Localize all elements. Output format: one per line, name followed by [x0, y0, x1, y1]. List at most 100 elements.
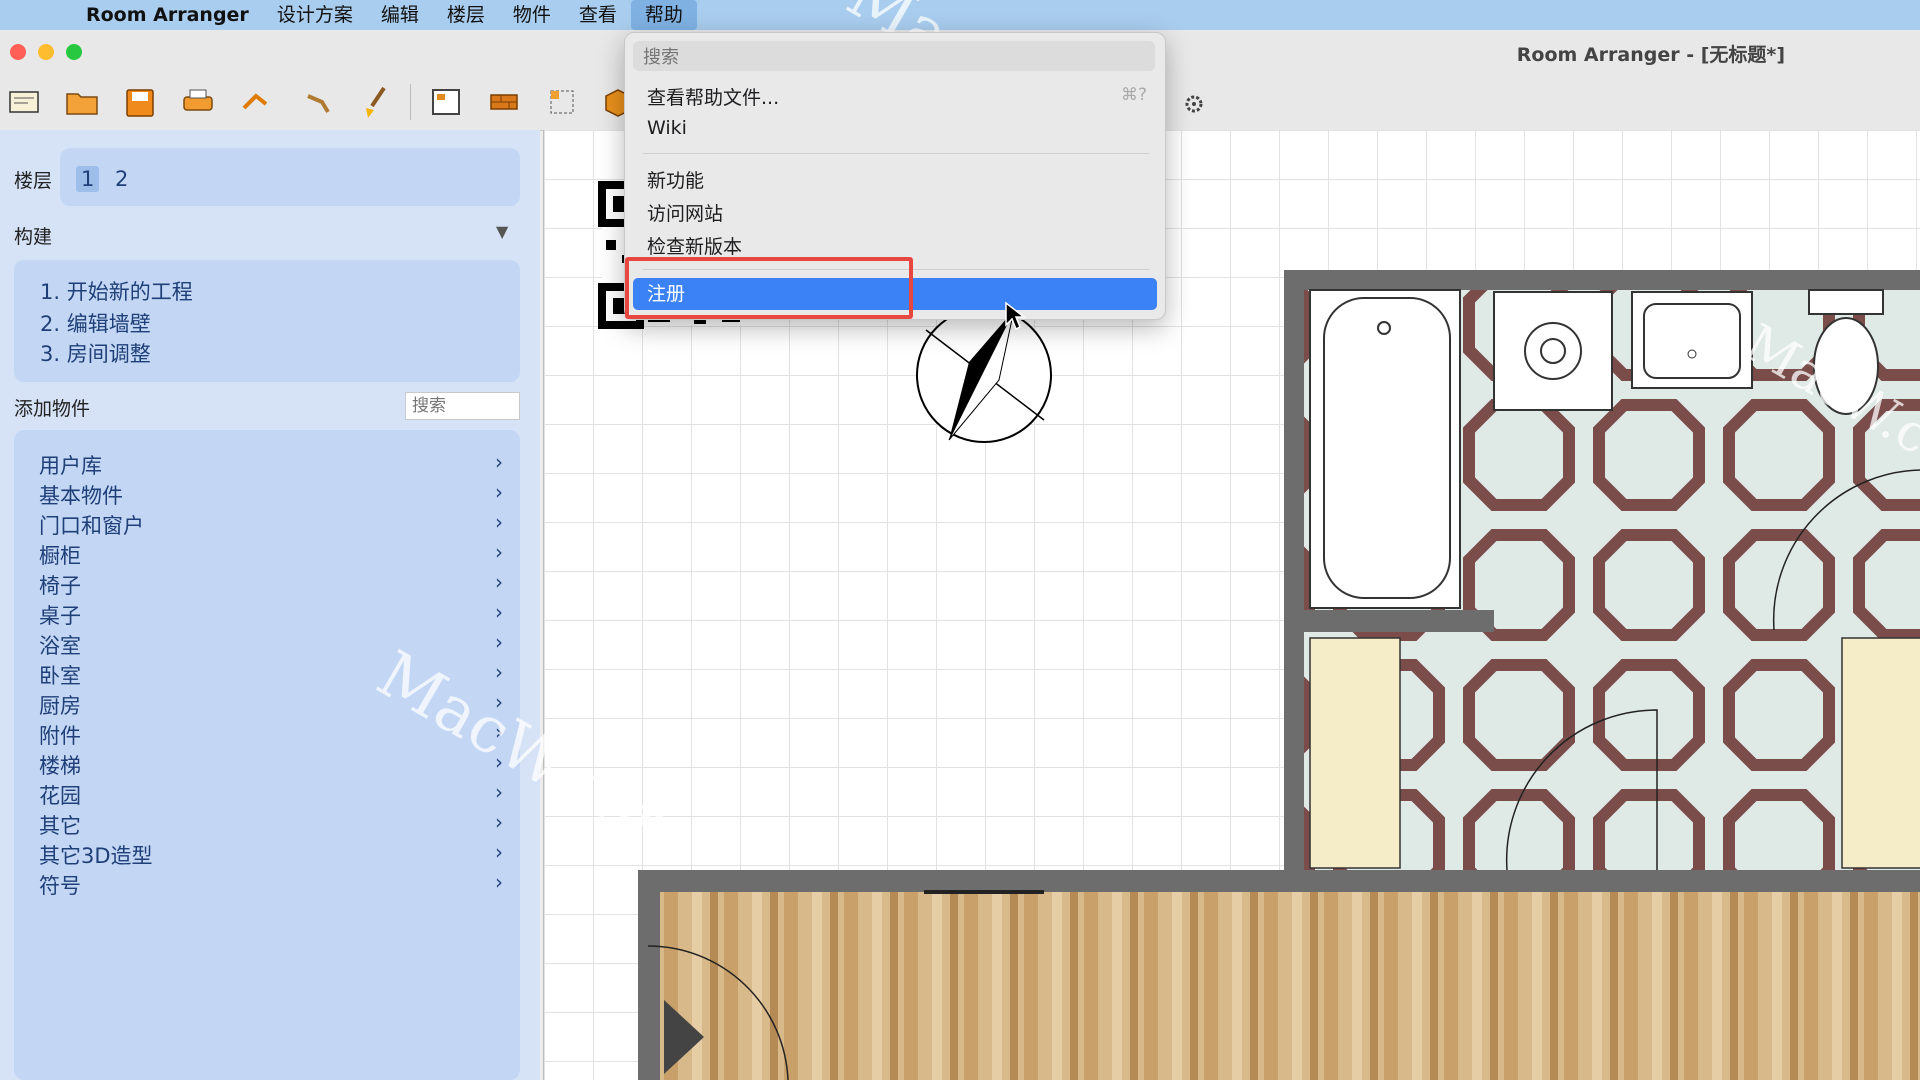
chevron-right-icon: ›	[495, 630, 503, 654]
category-chairs[interactable]: 椅子 ›	[39, 570, 509, 600]
add-objects-label: 添加物件	[14, 398, 91, 420]
bathtub[interactable]	[1309, 289, 1461, 609]
category-label: 门口和窗户	[39, 514, 144, 538]
build-step-adjust-room[interactable]: 3. 房间调整	[40, 338, 151, 368]
category-label: 卧室	[39, 664, 81, 688]
floor-selector: 1 2	[60, 148, 520, 206]
chevron-right-icon: ›	[495, 810, 503, 834]
chevron-right-icon: ›	[495, 510, 503, 534]
category-label: 用户库	[39, 454, 102, 478]
category-label: 楼梯	[39, 754, 81, 778]
sidebar: 楼层 1 2 构建 ▼ 1. 开始新的工程 2. 编辑墙壁 3. 房间调整 添加…	[0, 130, 540, 1080]
brick-wall-icon[interactable]	[484, 82, 524, 122]
category-user-library[interactable]: 用户库 ›	[39, 450, 509, 480]
zoom-window-button[interactable]	[66, 44, 82, 60]
new-file-icon[interactable]	[4, 82, 44, 122]
object-search-input[interactable]	[405, 392, 520, 420]
category-label: 符号	[39, 874, 81, 898]
chevron-right-icon: ›	[495, 540, 503, 564]
mouse-cursor-icon	[1005, 301, 1026, 331]
menu-view[interactable]: 查看	[565, 0, 631, 30]
category-bathroom[interactable]: 浴室 ›	[39, 630, 509, 660]
category-kitchen[interactable]: 厨房 ›	[39, 690, 509, 720]
save-icon[interactable]	[120, 82, 160, 122]
menu-floor[interactable]: 楼层	[433, 0, 499, 30]
category-garden[interactable]: 花园 ›	[39, 780, 509, 810]
build-steps-panel: 1. 开始新的工程 2. 编辑墙壁 3. 房间调整	[14, 260, 520, 382]
chevron-right-icon: ›	[495, 780, 503, 804]
category-label: 基本物件	[39, 484, 123, 508]
floor-tab-1[interactable]: 1	[76, 166, 100, 192]
chevron-right-icon: ›	[495, 750, 503, 774]
menu-help[interactable]: 帮助	[630, 0, 697, 30]
help-search-input[interactable]	[633, 41, 1167, 73]
annotation-highlight-box	[625, 257, 913, 319]
menu-item-visit-site[interactable]: 访问网站	[647, 199, 723, 226]
chevron-right-icon: ›	[495, 450, 503, 474]
category-label: 浴室	[39, 634, 81, 658]
category-accessories[interactable]: 附件 ›	[39, 720, 509, 750]
category-label: 花园	[39, 784, 81, 808]
build-label: 构建	[14, 226, 53, 248]
washing-machine[interactable]	[1493, 291, 1613, 411]
menu-edit[interactable]: 编辑	[367, 0, 433, 30]
menu-item-wiki[interactable]: Wiki	[647, 117, 687, 139]
window-title: Room Arranger - [无标题*]	[1516, 44, 1785, 66]
category-label: 厨房	[39, 694, 81, 718]
floor-tab-2[interactable]: 2	[110, 166, 133, 192]
menu-design[interactable]: 设计方案	[263, 0, 367, 30]
draw-wall-icon[interactable]	[236, 82, 276, 122]
build-step-new-project[interactable]: 1. 开始新的工程	[40, 276, 193, 306]
help-search-field[interactable]	[633, 41, 1167, 73]
category-label: 其它3D造型	[39, 844, 153, 868]
menu-item-check-update[interactable]: 检查新版本	[647, 232, 742, 259]
collapse-triangle-icon[interactable]: ▼	[496, 222, 508, 241]
sink[interactable]	[1631, 291, 1753, 389]
menu-app-name[interactable]: Room Arranger	[72, 0, 263, 30]
living-room[interactable]	[638, 870, 1920, 1080]
category-stairs[interactable]: 楼梯 ›	[39, 750, 509, 780]
category-other-3d[interactable]: 其它3D造型 ›	[39, 840, 509, 870]
category-label: 橱柜	[39, 544, 81, 568]
minimize-window-button[interactable]	[38, 44, 54, 60]
category-other[interactable]: 其它 ›	[39, 810, 509, 840]
menu-separator	[643, 153, 1149, 154]
chevron-right-icon: ›	[495, 870, 503, 894]
help-shortcut: ⌘?	[1120, 85, 1147, 105]
category-basic-objects[interactable]: 基本物件 ›	[39, 480, 509, 510]
close-window-button[interactable]	[10, 44, 26, 60]
room-plan-icon[interactable]	[426, 82, 466, 122]
build-step-edit-walls[interactable]: 2. 编辑墙壁	[40, 308, 151, 338]
chevron-right-icon: ›	[495, 600, 503, 624]
category-symbols[interactable]: 符号 ›	[39, 870, 509, 900]
menu-item-help-file[interactable]: 查看帮助文件...	[647, 83, 779, 110]
category-tables[interactable]: 桌子 ›	[39, 600, 509, 630]
chevron-right-icon: ›	[495, 570, 503, 594]
toilet[interactable]	[1808, 289, 1884, 415]
category-label: 桌子	[39, 604, 81, 628]
chevron-right-icon: ›	[495, 480, 503, 504]
object-categories-panel: 用户库 › 基本物件 › 门口和窗户 › 橱柜 › 椅子 › 桌子 › 浴室 › 卧室 › 厨房…	[14, 430, 520, 1080]
chevron-right-icon: ›	[495, 690, 503, 714]
resize-icon[interactable]	[542, 82, 582, 122]
floors-label: 楼层	[14, 170, 53, 192]
menu-bar: Room Arranger 设计方案 编辑 楼层 物件 查看 帮助	[0, 0, 1920, 30]
settings-gear-icon[interactable]	[1174, 82, 1214, 122]
chevron-right-icon: ›	[495, 720, 503, 744]
compass-rose-icon[interactable]	[916, 307, 1052, 443]
open-folder-icon[interactable]	[62, 82, 102, 122]
category-label: 其它	[39, 814, 81, 838]
category-label: 椅子	[39, 574, 81, 598]
category-doors-windows[interactable]: 门口和窗户 ›	[39, 510, 509, 540]
chevron-right-icon: ›	[495, 660, 503, 684]
menu-item-whats-new[interactable]: 新功能	[647, 166, 704, 193]
chevron-right-icon: ›	[495, 840, 503, 864]
toolbar-separator	[410, 84, 411, 120]
hand-tool-icon[interactable]	[298, 82, 338, 122]
category-cabinets[interactable]: 橱柜 ›	[39, 540, 509, 570]
category-label: 附件	[39, 724, 81, 748]
category-bedroom[interactable]: 卧室 ›	[39, 660, 509, 690]
print-icon[interactable]	[178, 82, 218, 122]
paint-brush-icon[interactable]	[356, 82, 396, 122]
menu-objects[interactable]: 物件	[499, 0, 565, 30]
